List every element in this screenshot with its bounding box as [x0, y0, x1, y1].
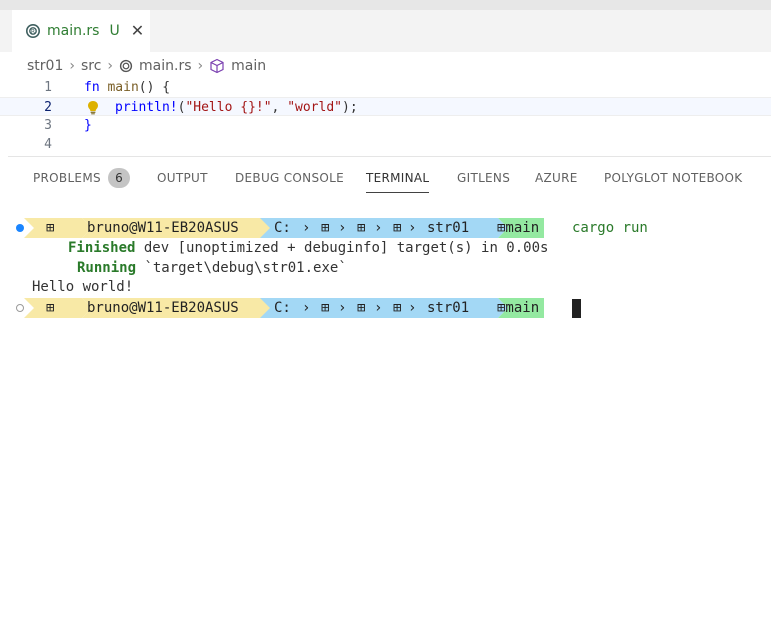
rust-icon: R — [26, 24, 40, 38]
title-strip — [0, 0, 771, 10]
git-status-badge: U — [109, 23, 120, 39]
prompt-user: bruno@W11-EB20ASUS — [87, 300, 239, 316]
path-separator-icon: › — [338, 300, 347, 316]
code-editor[interactable]: 1 fn main() { 2 println!("Hello {}!", "w… — [0, 78, 771, 156]
cargo-running-line: Running `target\debug\str01.exe` — [77, 258, 347, 278]
prompt-line: ⊞ bruno@W11-EB20ASUS C: › ⊞ › ⊞ › ⊞ › st… — [0, 218, 771, 238]
line-number: 3 — [44, 118, 52, 133]
code-punct: , — [271, 100, 288, 115]
prompt-git-branch: ⊞main — [497, 220, 540, 236]
folder-icon: ⊞ — [393, 300, 402, 316]
tab-output[interactable]: OUTPUT — [157, 171, 208, 185]
folder-icon: ⊞ — [321, 220, 330, 236]
lightbulb-icon[interactable] — [86, 100, 100, 115]
finished-text: dev [unoptimized + debuginfo] target(s) … — [143, 240, 549, 256]
breadcrumb-item-main-rs[interactable]: main.rs — [139, 58, 191, 74]
line-number: 4 — [44, 137, 52, 152]
code-punct: () { — [138, 80, 171, 95]
tab-filename: main.rs — [47, 23, 100, 39]
breadcrumb-item-src[interactable]: src — [81, 58, 101, 74]
function-name: main — [107, 80, 139, 95]
breadcrumb: str01 › src › main.rs › main — [27, 56, 266, 76]
path-separator-icon: › — [408, 300, 417, 316]
path-separator-icon: › — [374, 300, 383, 316]
running-text: `target\debug\str01.exe` — [144, 260, 347, 276]
active-tab-indicator — [366, 192, 429, 193]
close-icon[interactable]: ✕ — [131, 23, 144, 39]
chevron-right-icon: › — [197, 58, 204, 74]
code-text: } — [84, 118, 92, 133]
editor-tab-bar: R main.rs U ✕ — [0, 10, 771, 52]
string-literal: "Hello {}!" — [185, 100, 272, 115]
command-pending-circle-icon[interactable] — [16, 304, 24, 312]
breadcrumb-item-main[interactable]: main — [231, 58, 266, 74]
cargo-finished-line: Finished dev [unoptimized + debuginfo] t… — [68, 238, 548, 258]
terminal-output[interactable]: ⊞ bruno@W11-EB20ASUS C: › ⊞ › ⊞ › ⊞ › st… — [0, 210, 771, 347]
tab-problems[interactable]: PROBLEMS — [33, 171, 101, 185]
breadcrumb-item-str01[interactable]: str01 — [27, 58, 63, 74]
prompt-user: bruno@W11-EB20ASUS — [87, 220, 239, 236]
tab-gitlens[interactable]: GITLENS — [457, 171, 510, 185]
line-number: 2 — [44, 100, 52, 115]
folder-icon: ⊞ — [357, 300, 366, 316]
path-separator-icon: › — [302, 220, 311, 236]
cube-symbol-icon — [210, 58, 224, 74]
path-separator-icon: › — [374, 220, 383, 236]
tab-main-rs[interactable]: R main.rs U ✕ — [12, 10, 150, 52]
code-line-active: 2 println!("Hello {}!", "world"); — [0, 97, 771, 116]
code-text: println!("Hello {}!", "world"); — [115, 98, 358, 117]
code-line: 3 } — [0, 116, 771, 135]
panel-tab-bar: PROBLEMS 6 OUTPUT DEBUG CONSOLE TERMINAL… — [0, 164, 771, 194]
macro-name: println! — [115, 100, 178, 115]
tab-debug-console[interactable]: DEBUG CONSOLE — [235, 171, 344, 185]
panel-divider — [8, 156, 771, 157]
path-separator-icon: › — [302, 300, 311, 316]
typed-command: cargo run — [572, 220, 648, 236]
string-literal: "world" — [287, 100, 342, 115]
os-icon: ⊞ — [46, 300, 55, 316]
prompt-git-branch: ⊞main — [497, 300, 540, 316]
prompt-drive: C: — [274, 300, 291, 316]
finished-label: Finished — [68, 240, 136, 256]
folder-icon: ⊞ — [321, 300, 330, 316]
folder-icon: ⊞ — [393, 220, 402, 236]
path-separator-icon: › — [408, 220, 417, 236]
chevron-right-icon: › — [107, 58, 114, 74]
chevron-right-icon: › — [69, 58, 75, 74]
tab-polyglot-notebook[interactable]: POLYGLOT NOTEBOOK — [604, 171, 742, 185]
command-success-dot-icon[interactable] — [16, 224, 24, 232]
code-punct: ); — [342, 100, 358, 115]
tab-azure[interactable]: AZURE — [535, 171, 578, 185]
prompt-drive: C: — [274, 220, 291, 236]
prompt-folder: str01 — [427, 220, 470, 236]
os-icon: ⊞ — [46, 220, 55, 236]
terminal-cursor — [572, 299, 581, 318]
program-output: Hello world! — [32, 279, 134, 295]
prompt-folder: str01 — [427, 300, 470, 316]
running-label: Running — [77, 260, 137, 276]
path-separator-icon: › — [338, 220, 347, 236]
svg-text:R: R — [31, 29, 35, 36]
rust-icon — [119, 59, 133, 73]
prompt-line: ⊞ bruno@W11-EB20ASUS C: › ⊞ › ⊞ › ⊞ › st… — [0, 298, 771, 318]
code-line: 4 — [0, 135, 771, 154]
folder-icon: ⊞ — [357, 220, 366, 236]
code-line: 1 fn main() { — [0, 78, 771, 97]
line-number: 1 — [44, 80, 52, 95]
keyword: fn — [84, 80, 100, 95]
problems-count-badge: 6 — [108, 168, 130, 188]
tab-terminal[interactable]: TERMINAL — [366, 171, 429, 185]
code-text: fn main() { — [84, 78, 170, 97]
